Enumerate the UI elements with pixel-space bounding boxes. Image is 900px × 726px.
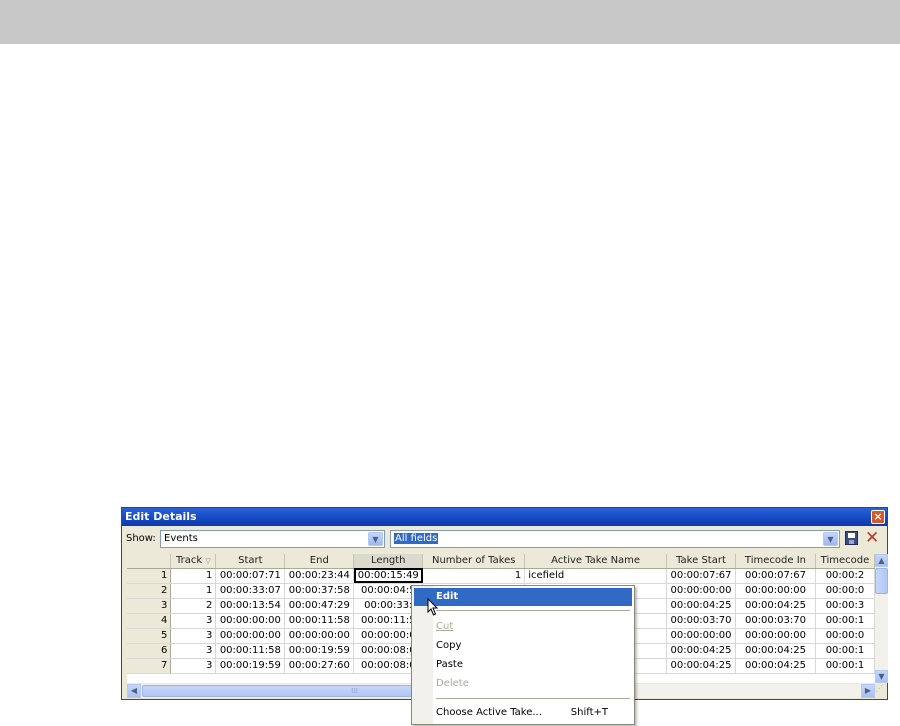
menu-item-paste[interactable]: Paste <box>414 656 632 674</box>
top-banner <box>0 0 900 44</box>
cell-timecode[interactable]: 00:00:1 <box>815 658 875 674</box>
cell-active-take-name[interactable]: icefield <box>524 568 667 584</box>
cell-end[interactable]: 00:00:19:59 <box>284 643 355 659</box>
column-header-timecode-in[interactable]: Timecode In <box>735 554 816 569</box>
column-header-start[interactable]: Start <box>215 554 286 569</box>
cell-take-start[interactable]: 00:00:04:25 <box>666 643 736 659</box>
cell-track[interactable]: 1 <box>170 583 217 599</box>
cell-timecode[interactable]: 00:00:1 <box>815 613 875 629</box>
show-dropdown[interactable]: Events ▼ <box>160 530 385 548</box>
cell-end[interactable]: 00:00:00:00 <box>284 628 355 644</box>
mouse-pointer-icon <box>427 598 439 616</box>
column-header-number-of-takes[interactable]: Number of Takes <box>422 554 526 569</box>
cell-timecode-in[interactable]: 00:00:07:67 <box>735 568 816 584</box>
column-header-active-take-name[interactable]: Active Take Name <box>524 554 667 569</box>
cell-row-number[interactable]: 3 <box>127 598 172 614</box>
menu-separator <box>436 698 630 699</box>
cell-start[interactable]: 00:00:19:59 <box>215 658 286 674</box>
resize-grip-icon[interactable]: ⋰ <box>875 684 888 698</box>
cell-end[interactable]: 00:00:23:44 <box>284 568 355 584</box>
sort-icon: ▽ <box>205 557 211 566</box>
cell-timecode[interactable]: 00:00:2 <box>815 568 875 584</box>
cell-row-number[interactable]: 5 <box>127 628 172 644</box>
cell-row-number[interactable]: 7 <box>127 658 172 674</box>
scroll-right-icon[interactable]: ▶ <box>861 684 875 698</box>
cell-start[interactable]: 00:00:13:54 <box>215 598 286 614</box>
column-header-timecode[interactable]: Timecode <box>815 554 875 569</box>
window-titlebar[interactable]: Edit Details × <box>122 508 887 526</box>
cell-length[interactable]: 00:00:15:49 <box>353 568 424 584</box>
cell-timecode-in[interactable]: 00:00:04:25 <box>735 658 816 674</box>
vertical-scrollbar[interactable]: ▲ ▼ <box>875 554 888 683</box>
cell-row-number[interactable]: 4 <box>127 613 172 629</box>
chevron-down-icon[interactable]: ▼ <box>823 532 838 546</box>
cell-number-of-takes[interactable]: 1 <box>422 568 526 584</box>
cell-take-start[interactable]: 00:00:04:25 <box>666 658 736 674</box>
context-menu: Edit Cut Copy Paste Delete Choose Active… <box>411 585 635 725</box>
scroll-up-icon[interactable]: ▲ <box>875 554 888 567</box>
save-icon[interactable] <box>845 531 858 545</box>
show-label: Show: <box>126 533 156 544</box>
vertical-scroll-thumb[interactable] <box>875 568 888 594</box>
cell-timecode-in[interactable]: 00:00:04:25 <box>735 598 816 614</box>
cell-row-number[interactable]: 1 <box>127 568 172 584</box>
cell-take-start[interactable]: 00:00:07:67 <box>666 568 736 584</box>
cell-end[interactable]: 00:00:11:58 <box>284 613 355 629</box>
cell-end[interactable]: 00:00:37:58 <box>284 583 355 599</box>
cell-timecode[interactable]: 00:00:0 <box>815 628 875 644</box>
table-row[interactable]: 1 1 00:00:07:71 00:00:23:44 00:00:15:49 1 icef… <box>127 568 875 584</box>
toolbar: Show: Events ▼ All fields ▼ ✕ <box>122 527 887 551</box>
delete-icon[interactable]: ✕ <box>865 529 879 547</box>
cell-row-number[interactable]: 6 <box>127 643 172 659</box>
cell-track[interactable]: 3 <box>170 658 217 674</box>
cell-end[interactable]: 00:00:27:60 <box>284 658 355 674</box>
fields-dropdown[interactable]: All fields ▼ <box>390 530 840 548</box>
cell-timecode[interactable]: 00:00:3 <box>815 598 875 614</box>
column-header-length[interactable]: Length <box>353 554 424 569</box>
table-header-row: Track ▽ Start End Length Number of Takes… <box>127 554 875 569</box>
cell-take-start[interactable]: 00:00:00:00 <box>666 583 736 599</box>
cell-track[interactable]: 3 <box>170 643 217 659</box>
cell-take-start[interactable]: 00:00:00:00 <box>666 628 736 644</box>
menu-item-cut[interactable]: Cut <box>414 618 632 636</box>
scroll-left-icon[interactable]: ◀ <box>127 684 141 698</box>
cell-track[interactable]: 1 <box>170 568 217 584</box>
cell-take-start[interactable]: 00:00:03:70 <box>666 613 736 629</box>
column-header-end[interactable]: End <box>284 554 355 569</box>
menu-separator <box>436 610 630 611</box>
cell-timecode[interactable]: 00:00:0 <box>815 583 875 599</box>
cell-track[interactable]: 3 <box>170 628 217 644</box>
cell-timecode-in[interactable]: 00:00:00:00 <box>735 628 816 644</box>
cell-start[interactable]: 00:00:11:58 <box>215 643 286 659</box>
column-header-take-start[interactable]: Take Start <box>666 554 736 569</box>
cell-start[interactable]: 00:00:00:00 <box>215 628 286 644</box>
scroll-down-icon[interactable]: ▼ <box>875 670 888 683</box>
cell-timecode-in[interactable]: 00:00:03:70 <box>735 613 816 629</box>
cell-track[interactable]: 2 <box>170 598 217 614</box>
cell-timecode[interactable]: 00:00:1 <box>815 643 875 659</box>
close-icon[interactable]: × <box>871 510 885 524</box>
column-header-rownum <box>127 554 172 569</box>
cell-start[interactable]: 00:00:00:00 <box>215 613 286 629</box>
menu-item-choose-active-take[interactable]: Choose Active Take... Shift+T <box>414 704 632 722</box>
menu-shortcut: Shift+T <box>570 707 608 718</box>
cell-take-start[interactable]: 00:00:04:25 <box>666 598 736 614</box>
column-header-track[interactable]: Track ▽ <box>170 554 217 569</box>
cell-timecode-in[interactable]: 00:00:04:25 <box>735 643 816 659</box>
cell-start[interactable]: 00:00:07:71 <box>215 568 286 584</box>
cell-timecode-in[interactable]: 00:00:00:00 <box>735 583 816 599</box>
menu-item-delete[interactable]: Delete <box>414 675 632 693</box>
menu-item-edit[interactable]: Edit <box>414 588 632 606</box>
cell-track[interactable]: 3 <box>170 613 217 629</box>
window-title: Edit Details <box>125 510 197 523</box>
menu-item-copy[interactable]: Copy <box>414 637 632 655</box>
cell-row-number[interactable]: 2 <box>127 583 172 599</box>
fields-dropdown-value: All fields <box>394 533 439 544</box>
chevron-down-icon[interactable]: ▼ <box>368 532 383 546</box>
cell-start[interactable]: 00:00:33:07 <box>215 583 286 599</box>
cell-end[interactable]: 00:00:47:29 <box>284 598 355 614</box>
show-dropdown-value: Events <box>164 533 198 544</box>
